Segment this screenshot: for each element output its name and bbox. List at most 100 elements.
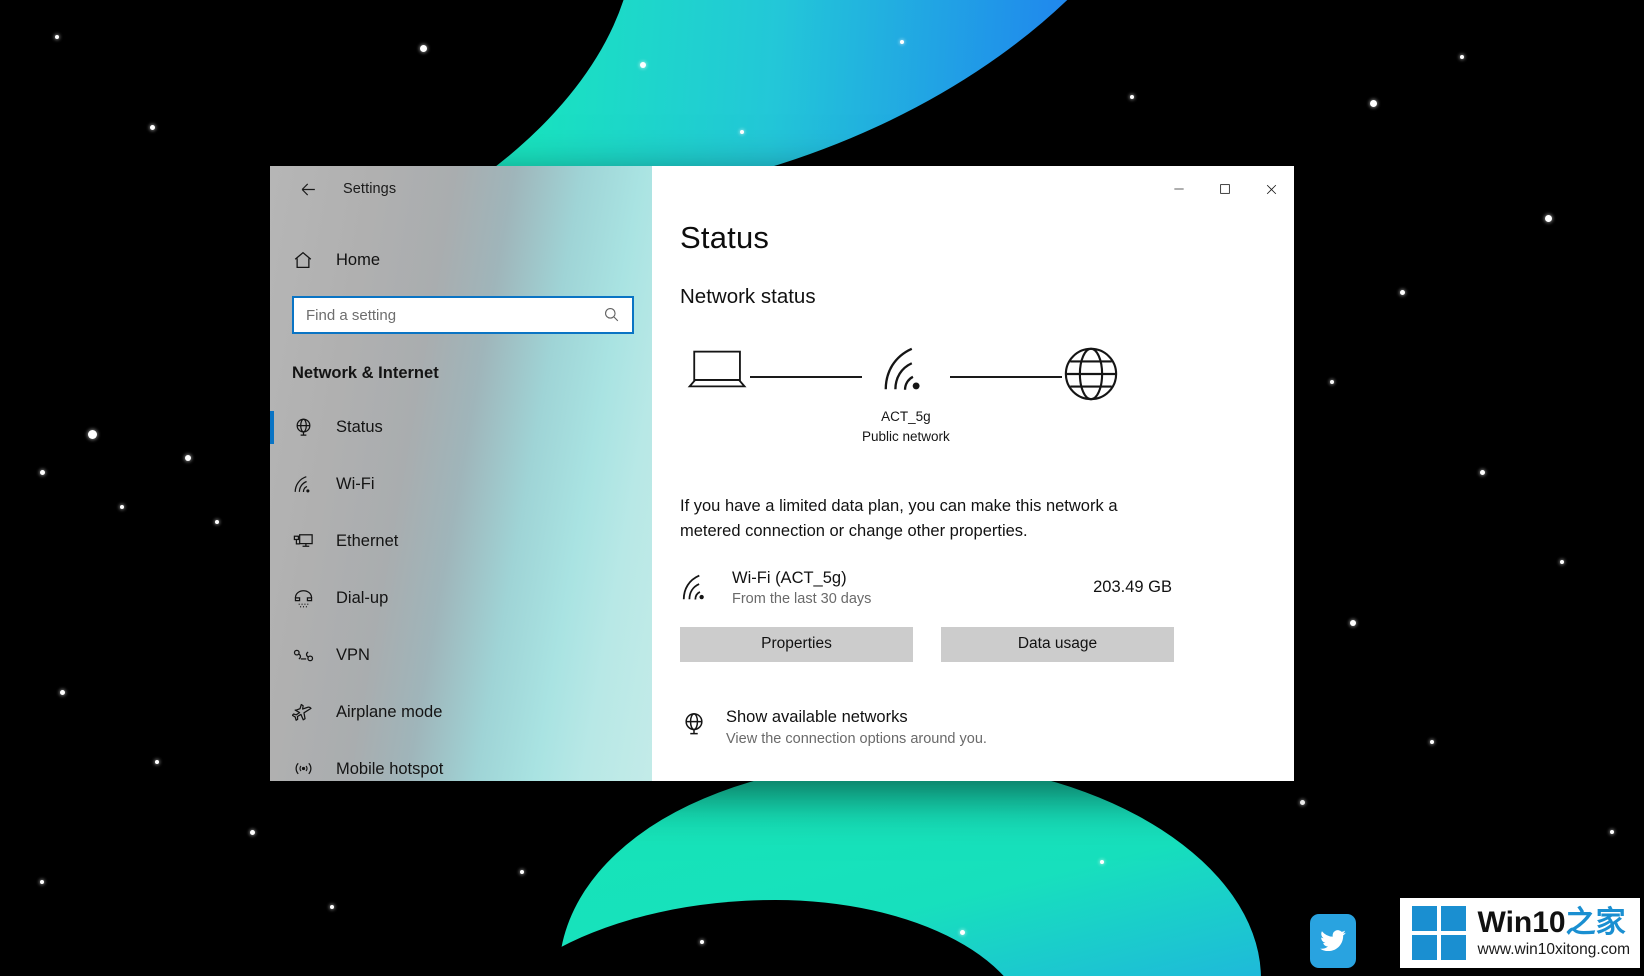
status-page-content: Status Network status ACT_5g Public netw… xyxy=(652,166,1294,747)
search-box[interactable] xyxy=(292,296,634,334)
star xyxy=(1350,620,1356,626)
sidebar-item-label: Airplane mode xyxy=(336,703,443,721)
sidebar-item-ethernet[interactable]: Ethernet xyxy=(270,513,652,570)
star xyxy=(330,905,334,909)
star xyxy=(185,455,191,461)
data-usage-button[interactable]: Data usage xyxy=(941,626,1174,662)
globe-icon xyxy=(1062,345,1120,408)
network-diagram: ACT_5g Public network xyxy=(680,345,1294,446)
maximize-button[interactable] xyxy=(1202,166,1248,212)
star xyxy=(1300,800,1305,805)
desktop-background: Settings Home Find a setting Network & I… xyxy=(0,0,1644,976)
star xyxy=(250,830,255,835)
close-icon xyxy=(1266,184,1276,194)
star xyxy=(640,62,646,68)
link-texts: Show available networks View the connect… xyxy=(726,708,987,747)
diagram-device-caption xyxy=(716,405,720,425)
watermark-url: www.win10xitong.com xyxy=(1477,940,1630,958)
star xyxy=(1545,215,1552,222)
star xyxy=(740,130,744,134)
diagram-link-right xyxy=(949,376,1062,378)
sidebar-item-status[interactable]: Status xyxy=(270,399,652,456)
sidebar-item-airplane-mode[interactable]: Airplane mode xyxy=(270,684,652,741)
action-buttons-row: Properties Data usage xyxy=(680,626,1294,662)
diagram-link-left xyxy=(750,376,862,378)
star xyxy=(1560,560,1564,564)
sidebar-nav-list: Status Wi-Fi Ethernet Dial-up VPN Airpla… xyxy=(270,399,652,781)
star xyxy=(1370,100,1377,107)
sidebar-item-mobile-hotspot[interactable]: Mobile hotspot xyxy=(270,741,652,781)
watermark-texts: Win10之家 www.win10xitong.com xyxy=(1478,907,1630,959)
sidebar-item-label: Ethernet xyxy=(336,532,399,550)
home-icon xyxy=(292,249,322,271)
window-controls xyxy=(1156,166,1294,212)
sidebar-item-home[interactable]: Home xyxy=(270,238,652,282)
search-input[interactable] xyxy=(306,306,602,324)
logo-tile xyxy=(1411,906,1437,931)
sidebar-home-label: Home xyxy=(336,250,381,269)
back-arrow-icon xyxy=(301,183,315,195)
minimize-icon xyxy=(1174,188,1184,190)
watermark-name-en: Win10 xyxy=(1477,906,1566,940)
sidebar-item-label: Dial-up xyxy=(336,589,389,607)
status-globe-icon xyxy=(292,415,322,441)
close-button[interactable] xyxy=(1248,166,1294,212)
settings-sidebar: Settings Home Find a setting Network & I… xyxy=(270,166,652,781)
minimize-button[interactable] xyxy=(1156,166,1202,212)
diagram-internet-caption xyxy=(1089,415,1093,435)
star xyxy=(1100,860,1104,864)
star xyxy=(155,760,159,764)
search-icon[interactable] xyxy=(602,305,622,325)
show-available-networks-link[interactable]: Show available networks View the connect… xyxy=(680,708,1294,747)
page-title: Status xyxy=(680,220,770,255)
star xyxy=(1610,830,1614,834)
sidebar-item-vpn[interactable]: VPN xyxy=(270,627,652,684)
star xyxy=(150,125,155,130)
star xyxy=(520,870,524,874)
sidebar-category-title: Network & Internet xyxy=(292,364,439,382)
star xyxy=(1400,290,1405,295)
hotspot-icon xyxy=(292,757,322,782)
sidebar-item-label: VPN xyxy=(336,646,370,664)
diagram-network-caption: ACT_5g Public network xyxy=(862,407,950,446)
twitter-badge xyxy=(1310,914,1356,968)
properties-button[interactable]: Properties xyxy=(680,626,913,662)
settings-content-pane: Status Network status ACT_5g Public netw… xyxy=(652,166,1294,781)
window-title: Settings xyxy=(343,181,397,197)
star xyxy=(40,470,45,475)
star xyxy=(900,40,904,44)
section-heading: Network status xyxy=(680,285,816,308)
sidebar-item-dialup[interactable]: Dial-up xyxy=(270,570,652,627)
twitter-bird-icon xyxy=(1320,930,1346,952)
usage-period: From the last 30 days xyxy=(732,590,872,607)
star xyxy=(700,940,704,944)
laptop-icon xyxy=(686,345,750,398)
back-button[interactable] xyxy=(286,173,330,205)
usage-network-name: Wi-Fi (ACT_5g) xyxy=(732,568,847,587)
ethernet-icon xyxy=(292,529,322,555)
data-usage-summary: Wi-Fi (ACT_5g) From the last 30 days 203… xyxy=(680,569,1172,607)
maximize-icon xyxy=(1220,184,1230,194)
wifi-icon xyxy=(292,472,322,498)
star xyxy=(40,880,44,884)
settings-window: Settings Home Find a setting Network & I… xyxy=(270,166,1294,781)
star xyxy=(120,505,124,509)
globe-icon xyxy=(680,708,722,743)
metered-info-text: If you have a limited data plan, you can… xyxy=(680,497,1118,540)
selection-indicator xyxy=(270,411,274,444)
star xyxy=(1430,740,1434,744)
network-name: ACT_5g xyxy=(881,409,931,424)
airplane-icon xyxy=(292,700,322,726)
sidebar-item-wifi[interactable]: Wi-Fi xyxy=(270,456,652,513)
site-watermark: Win10之家 www.win10xitong.com xyxy=(1399,898,1640,968)
star xyxy=(1330,380,1334,384)
sidebar-item-label: Mobile hotspot xyxy=(336,760,444,778)
star xyxy=(55,35,59,39)
sidebar-titlebar: Settings xyxy=(270,166,652,212)
logo-tile xyxy=(1440,906,1466,931)
diagram-device-node xyxy=(686,345,750,425)
star xyxy=(960,930,965,935)
vpn-icon xyxy=(292,643,322,669)
wifi-icon xyxy=(879,345,933,400)
logo-tile xyxy=(1440,935,1466,960)
